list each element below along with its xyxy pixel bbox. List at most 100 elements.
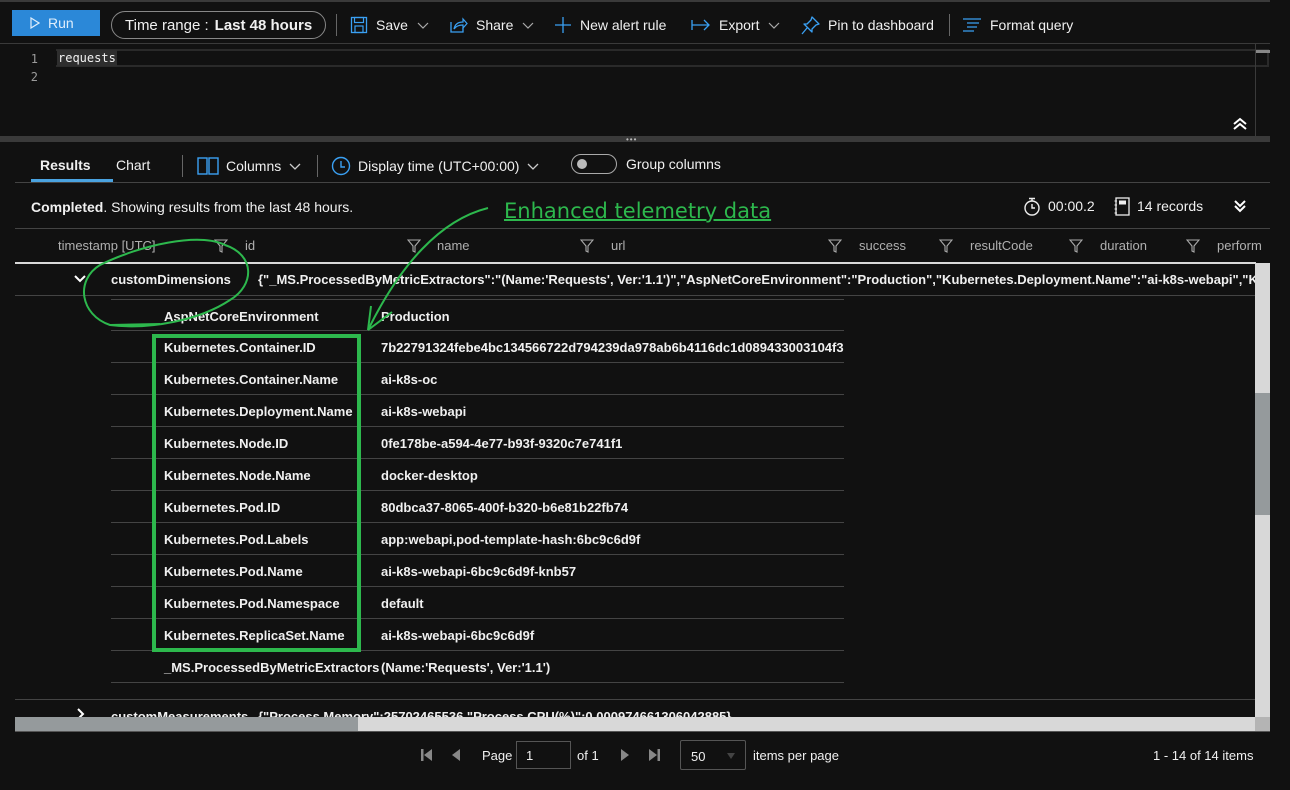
table-row[interactable]: Kubernetes.Node.ID 0fe178be-a594-4e77-b93… bbox=[111, 427, 844, 459]
filter-icon[interactable] bbox=[1186, 239, 1200, 253]
table-row-custom-dimensions[interactable]: customDimensions {"_MS.ProcessedByMetric… bbox=[15, 264, 1270, 296]
toolbar-divider bbox=[949, 14, 950, 36]
dimension-value: ai-k8s-webapi bbox=[381, 404, 467, 419]
page-label: Page bbox=[482, 748, 513, 763]
tab-chart[interactable]: Chart bbox=[116, 157, 150, 173]
export-button[interactable]: Export bbox=[691, 14, 781, 36]
dimension-value: default bbox=[381, 596, 424, 611]
format-label: Format query bbox=[990, 17, 1074, 33]
results-grid: timestamp [UTC] id name url success resu… bbox=[15, 228, 1270, 731]
column-header-timestamp[interactable]: timestamp [UTC] bbox=[58, 238, 156, 253]
table-row[interactable]: AspNetCoreEnvironment Production bbox=[111, 299, 844, 331]
filter-icon[interactable] bbox=[214, 239, 228, 253]
plus-icon bbox=[555, 17, 571, 33]
time-range-picker[interactable]: Time range : Last 48 hours bbox=[111, 11, 327, 39]
dimension-key: AspNetCoreEnvironment bbox=[164, 309, 319, 324]
table-row[interactable]: Kubernetes.Node.Name docker-desktop bbox=[111, 459, 844, 491]
save-button[interactable]: Save bbox=[350, 14, 430, 36]
table-row[interactable]: Kubernetes.Container.ID 7b22791324febe4bc… bbox=[111, 331, 844, 363]
column-header-performance[interactable]: perform bbox=[1217, 238, 1262, 253]
pagination: Page of 1 50 items per page 1 - 14 of 14… bbox=[0, 738, 1290, 772]
scrollbar-thumb[interactable] bbox=[15, 717, 358, 731]
records-value: 14 records bbox=[1137, 198, 1204, 214]
column-header-success[interactable]: success bbox=[859, 238, 906, 253]
divider bbox=[317, 155, 318, 177]
display-time-dropdown[interactable]: Display time (UTC+00:00) bbox=[331, 155, 540, 177]
filter-icon[interactable] bbox=[939, 239, 953, 253]
previous-page-icon[interactable] bbox=[449, 748, 463, 762]
editor-scrollbar-thumb[interactable] bbox=[1256, 50, 1270, 53]
new-alert-rule-button[interactable]: New alert rule bbox=[554, 14, 666, 36]
chevron-down-icon[interactable] bbox=[73, 273, 87, 285]
dimension-key: _MS.ProcessedByMetricExtractors bbox=[164, 660, 380, 675]
format-query-button[interactable]: Format query bbox=[962, 14, 1073, 36]
filter-icon[interactable] bbox=[407, 239, 421, 253]
divider bbox=[15, 731, 1270, 732]
columns-label: Columns bbox=[226, 158, 282, 174]
items-per-page-select[interactable]: 50 bbox=[680, 740, 746, 770]
columns-button[interactable]: Columns bbox=[197, 155, 302, 177]
scrollbar-thumb[interactable] bbox=[1255, 393, 1270, 515]
format-icon bbox=[963, 18, 981, 32]
grid-vertical-scrollbar[interactable] bbox=[1255, 263, 1270, 717]
pin-to-dashboard-button[interactable]: Pin to dashboard bbox=[801, 14, 934, 36]
table-row[interactable]: Kubernetes.Pod.Labels app:webapi,pod-temp… bbox=[111, 523, 844, 555]
last-page-icon[interactable] bbox=[647, 748, 661, 762]
dimension-key: Kubernetes.ReplicaSet.Name bbox=[164, 628, 345, 643]
next-page-icon[interactable] bbox=[618, 748, 632, 762]
table-row[interactable]: Kubernetes.ReplicaSet.Name ai-k8s-webapi-… bbox=[111, 619, 844, 651]
items-summary: 1 - 14 of 14 items bbox=[1153, 748, 1254, 763]
splitter-grip-icon[interactable]: ••• bbox=[626, 136, 637, 144]
dimension-value: 80dbca37-8065-400f-b320-b6e81b22fb74 bbox=[381, 500, 629, 515]
page-number-input[interactable] bbox=[516, 741, 571, 769]
table-row[interactable]: Kubernetes.Pod.Name ai-k8s-webapi-6bc9c6d… bbox=[111, 555, 844, 587]
column-header-name[interactable]: name bbox=[437, 238, 470, 253]
custom-dimensions-subtable: AspNetCoreEnvironment Production Kubernete… bbox=[111, 299, 844, 683]
column-header-id[interactable]: id bbox=[245, 238, 255, 253]
export-icon bbox=[691, 19, 710, 31]
query-status: Completed. Showing results from the last… bbox=[31, 199, 353, 215]
row-value: {"_MS.ProcessedByMetricExtractors":"(Nam… bbox=[258, 272, 1270, 287]
table-row[interactable]: Kubernetes.Deployment.Name ai-k8s-webapi bbox=[111, 395, 844, 427]
table-row[interactable]: Kubernetes.Pod.Namespace default bbox=[111, 587, 844, 619]
column-header-url[interactable]: url bbox=[611, 238, 625, 253]
share-button[interactable]: Share bbox=[449, 14, 535, 36]
line-numbers: 1 2 bbox=[28, 50, 38, 86]
scrollbar-corner bbox=[1255, 717, 1270, 731]
divider bbox=[182, 155, 183, 177]
record-count: 14 records bbox=[1114, 196, 1203, 216]
right-gutter bbox=[1270, 0, 1290, 790]
column-header-resultcode[interactable]: resultCode bbox=[970, 238, 1033, 253]
filter-icon[interactable] bbox=[828, 239, 842, 253]
filter-icon[interactable] bbox=[580, 239, 594, 253]
dimension-value: 0fe178be-a594-4e77-b93f-9320c7e741f1 bbox=[381, 436, 623, 451]
tab-results[interactable]: Results bbox=[40, 157, 91, 173]
dimension-value: ai-k8s-webapi-6bc9c6d9f-knb57 bbox=[381, 564, 577, 579]
records-icon bbox=[1114, 196, 1130, 216]
dimension-key: Kubernetes.Pod.Namespace bbox=[164, 596, 340, 611]
dimension-value: (Name:'Requests', Ver:'1.1') bbox=[381, 660, 551, 675]
annotation-label: Enhanced telemetry data bbox=[504, 199, 772, 223]
column-header-duration[interactable]: duration bbox=[1100, 238, 1147, 253]
items-per-page-label: items per page bbox=[753, 748, 839, 763]
filter-icon[interactable] bbox=[1069, 239, 1083, 253]
table-row[interactable]: Kubernetes.Pod.ID 80dbca37-8065-400f-b320… bbox=[111, 491, 844, 523]
table-row[interactable]: _MS.ProcessedByMetricExtractors (Name:'Re… bbox=[111, 651, 844, 683]
query-toolbar: Run Time range : Last 48 hours Save Shar… bbox=[0, 0, 1290, 44]
editor-scrollbar[interactable] bbox=[1255, 44, 1256, 136]
expand-all-icon[interactable] bbox=[1232, 198, 1248, 214]
grid-horizontal-scrollbar[interactable] bbox=[15, 717, 1255, 731]
query-text[interactable]: requests bbox=[57, 50, 117, 66]
dimension-value: ai-k8s-oc bbox=[381, 372, 438, 387]
group-columns-toggle[interactable] bbox=[571, 154, 617, 174]
grid-header: timestamp [UTC] id name url success resu… bbox=[15, 229, 1262, 264]
page-count: of 1 bbox=[577, 748, 599, 763]
run-label: Run bbox=[48, 15, 74, 31]
line-number: 1 bbox=[30, 52, 38, 66]
collapse-editor-icon[interactable] bbox=[1231, 117, 1249, 131]
toolbar-divider bbox=[336, 14, 337, 36]
run-button[interactable]: Run bbox=[12, 10, 100, 36]
query-editor[interactable]: 1 2 requests bbox=[0, 44, 1270, 136]
table-row[interactable]: Kubernetes.Container.Name ai-k8s-oc bbox=[111, 363, 844, 395]
first-page-icon[interactable] bbox=[420, 748, 434, 762]
